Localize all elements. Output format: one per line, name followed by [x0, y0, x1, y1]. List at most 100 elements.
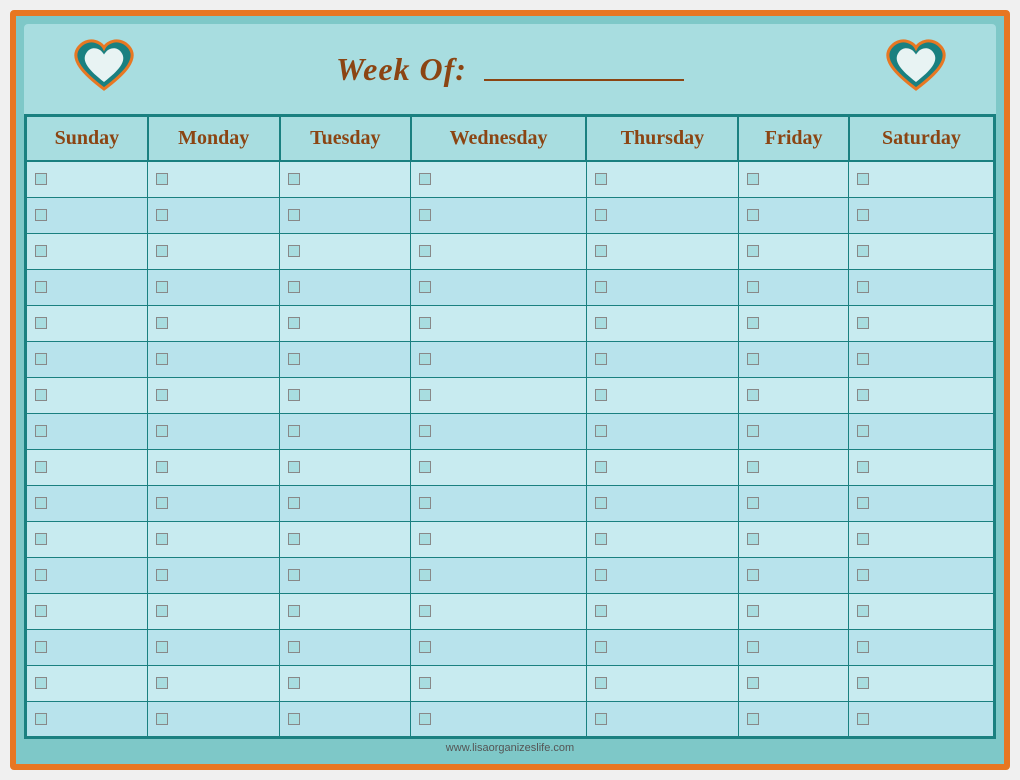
checkbox[interactable] [595, 281, 607, 293]
checkbox[interactable] [595, 209, 607, 221]
checkbox[interactable] [156, 317, 168, 329]
checkbox[interactable] [419, 389, 431, 401]
checkbox[interactable] [857, 281, 869, 293]
checkbox[interactable] [747, 209, 759, 221]
checkbox[interactable] [747, 173, 759, 185]
checkbox[interactable] [156, 677, 168, 689]
checkbox[interactable] [288, 245, 300, 257]
checkbox[interactable] [288, 677, 300, 689]
checkbox[interactable] [857, 389, 869, 401]
checkbox[interactable] [288, 209, 300, 221]
checkbox[interactable] [419, 425, 431, 437]
checkbox[interactable] [35, 641, 47, 653]
checkbox[interactable] [419, 713, 431, 725]
checkbox[interactable] [595, 353, 607, 365]
checkbox[interactable] [35, 173, 47, 185]
checkbox[interactable] [288, 317, 300, 329]
checkbox[interactable] [156, 569, 168, 581]
checkbox[interactable] [595, 497, 607, 509]
checkbox[interactable] [156, 533, 168, 545]
checkbox[interactable] [288, 533, 300, 545]
checkbox[interactable] [595, 533, 607, 545]
checkbox[interactable] [419, 245, 431, 257]
checkbox[interactable] [288, 713, 300, 725]
checkbox[interactable] [35, 461, 47, 473]
checkbox[interactable] [35, 245, 47, 257]
checkbox[interactable] [857, 713, 869, 725]
checkbox[interactable] [857, 533, 869, 545]
checkbox[interactable] [747, 461, 759, 473]
checkbox[interactable] [156, 389, 168, 401]
checkbox[interactable] [156, 461, 168, 473]
checkbox[interactable] [419, 533, 431, 545]
checkbox[interactable] [747, 497, 759, 509]
checkbox[interactable] [595, 569, 607, 581]
checkbox[interactable] [156, 713, 168, 725]
checkbox[interactable] [419, 677, 431, 689]
checkbox[interactable] [857, 173, 869, 185]
checkbox[interactable] [288, 497, 300, 509]
checkbox[interactable] [35, 713, 47, 725]
checkbox[interactable] [288, 425, 300, 437]
checkbox[interactable] [747, 569, 759, 581]
checkbox[interactable] [857, 605, 869, 617]
checkbox[interactable] [595, 245, 607, 257]
checkbox[interactable] [419, 209, 431, 221]
checkbox[interactable] [35, 353, 47, 365]
checkbox[interactable] [595, 317, 607, 329]
checkbox[interactable] [156, 173, 168, 185]
checkbox[interactable] [595, 425, 607, 437]
checkbox[interactable] [595, 677, 607, 689]
checkbox[interactable] [35, 677, 47, 689]
checkbox[interactable] [747, 641, 759, 653]
checkbox[interactable] [156, 209, 168, 221]
checkbox[interactable] [35, 533, 47, 545]
checkbox[interactable] [288, 173, 300, 185]
checkbox[interactable] [747, 605, 759, 617]
checkbox[interactable] [156, 353, 168, 365]
checkbox[interactable] [288, 389, 300, 401]
checkbox[interactable] [35, 317, 47, 329]
checkbox[interactable] [857, 209, 869, 221]
checkbox[interactable] [156, 497, 168, 509]
checkbox[interactable] [747, 389, 759, 401]
checkbox[interactable] [747, 245, 759, 257]
checkbox[interactable] [857, 461, 869, 473]
checkbox[interactable] [288, 461, 300, 473]
checkbox[interactable] [595, 641, 607, 653]
checkbox[interactable] [419, 497, 431, 509]
checkbox[interactable] [35, 209, 47, 221]
checkbox[interactable] [595, 713, 607, 725]
checkbox[interactable] [857, 353, 869, 365]
checkbox[interactable] [288, 641, 300, 653]
checkbox[interactable] [747, 353, 759, 365]
checkbox[interactable] [156, 425, 168, 437]
checkbox[interactable] [747, 281, 759, 293]
checkbox[interactable] [419, 317, 431, 329]
checkbox[interactable] [35, 425, 47, 437]
checkbox[interactable] [857, 569, 869, 581]
checkbox[interactable] [747, 713, 759, 725]
checkbox[interactable] [595, 173, 607, 185]
checkbox[interactable] [156, 245, 168, 257]
checkbox[interactable] [595, 605, 607, 617]
checkbox[interactable] [857, 641, 869, 653]
checkbox[interactable] [595, 389, 607, 401]
checkbox[interactable] [35, 569, 47, 581]
checkbox[interactable] [595, 461, 607, 473]
checkbox[interactable] [857, 425, 869, 437]
checkbox[interactable] [288, 569, 300, 581]
checkbox[interactable] [747, 317, 759, 329]
checkbox[interactable] [419, 461, 431, 473]
checkbox[interactable] [35, 281, 47, 293]
checkbox[interactable] [156, 605, 168, 617]
checkbox[interactable] [857, 497, 869, 509]
checkbox[interactable] [747, 533, 759, 545]
checkbox[interactable] [747, 425, 759, 437]
checkbox[interactable] [156, 281, 168, 293]
checkbox[interactable] [156, 641, 168, 653]
checkbox[interactable] [288, 353, 300, 365]
checkbox[interactable] [288, 605, 300, 617]
checkbox[interactable] [857, 677, 869, 689]
checkbox[interactable] [747, 677, 759, 689]
